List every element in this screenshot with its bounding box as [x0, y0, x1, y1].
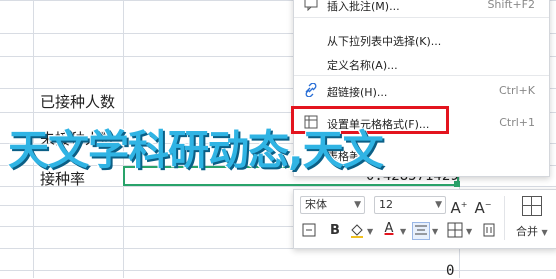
- chevron-down-icon: ▼: [354, 200, 361, 210]
- row-gridline: [0, 270, 556, 271]
- fill-color-icon[interactable]: [348, 222, 366, 240]
- menu-item-shortcut: Shift+F2: [487, 0, 535, 11]
- format-painter-icon[interactable]: [300, 222, 318, 240]
- menu-item-shortcut: Ctrl+K: [498, 84, 535, 97]
- menu-item-define-name[interactable]: 定义名称(A)...: [294, 52, 549, 76]
- chevron-down-icon[interactable]: ▼: [367, 227, 373, 236]
- chevron-down-icon[interactable]: ▼: [466, 227, 472, 236]
- merge-cells-button[interactable]: 合并 ▼: [516, 223, 548, 239]
- menu-item-label: 定义名称(A)...: [327, 59, 398, 72]
- cell-partial-value[interactable]: 0: [446, 263, 454, 279]
- merge-cells-icon[interactable]: [522, 196, 542, 216]
- menu-item-insert-comment[interactable]: 插入批注(M)... Shift+F2: [294, 0, 549, 17]
- menu-item-shortcut: Ctrl+1: [499, 116, 535, 129]
- menu-item-hyperlink[interactable]: 超链接(H)... Ctrl+K: [294, 79, 549, 103]
- menu-item-label: 插入批注(M)...: [327, 0, 400, 13]
- menu-separator: [294, 17, 549, 18]
- mini-format-toolbar: 宋体 ▼ 12 ▼ A+ A− B ▼ A ▼ ▼ ▼ 合并 ▼: [293, 189, 556, 249]
- overlay-watermark-title: 天文学科研动态,天文: [8, 126, 384, 174]
- chevron-down-icon[interactable]: ▼: [432, 227, 438, 236]
- clear-format-icon[interactable]: [480, 222, 498, 240]
- menu-separator: [294, 75, 549, 76]
- chevron-down-icon: ▼: [435, 200, 442, 210]
- chevron-down-icon: ▼: [541, 228, 548, 237]
- comment-icon: [303, 0, 319, 13]
- align-center-icon[interactable]: [412, 222, 430, 240]
- increase-font-icon[interactable]: A+: [450, 196, 468, 217]
- menu-item-pick-from-list[interactable]: 从下拉列表中选择(K)...: [294, 28, 549, 52]
- toolbar-divider: [504, 196, 505, 240]
- cell-vaccinated-label[interactable]: 已接种人数: [40, 91, 115, 112]
- font-size-select[interactable]: 12 ▼: [374, 196, 446, 214]
- menu-item-label: 超链接(H)...: [327, 86, 388, 99]
- font-color-icon[interactable]: A: [380, 220, 398, 238]
- merge-label: 合并: [516, 225, 538, 238]
- borders-icon[interactable]: [446, 222, 464, 240]
- link-icon: [303, 82, 319, 99]
- decrease-font-icon[interactable]: A−: [474, 196, 492, 217]
- font-name-value: 宋体: [305, 198, 327, 211]
- menu-item-label: 从下拉列表中选择(K)...: [327, 35, 442, 48]
- bold-icon[interactable]: B: [326, 222, 344, 240]
- font-size-value: 12: [379, 198, 393, 211]
- font-name-select[interactable]: 宋体 ▼: [300, 196, 365, 214]
- chevron-down-icon[interactable]: ▼: [400, 227, 406, 236]
